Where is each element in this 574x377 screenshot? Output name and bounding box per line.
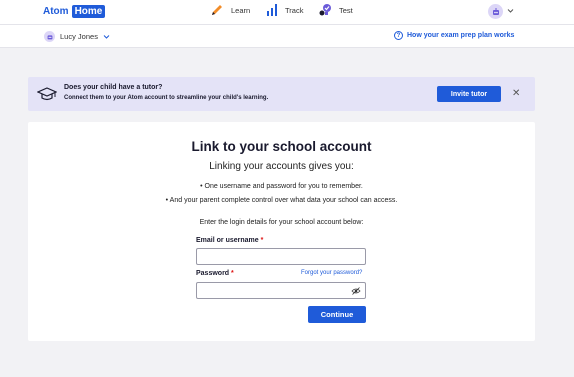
test-shapes-icon bbox=[319, 4, 331, 16]
help-link[interactable]: ? How your exam prep plan works bbox=[394, 31, 514, 40]
email-field[interactable] bbox=[196, 248, 366, 265]
banner-text: Connect them to your Atom account to str… bbox=[64, 95, 269, 101]
chevron-down-icon[interactable] bbox=[507, 8, 514, 14]
password-label: Password * bbox=[196, 270, 234, 277]
page-title: Link to your school account bbox=[191, 139, 372, 154]
graduation-cap-icon bbox=[37, 87, 57, 101]
bar-chart-icon bbox=[267, 4, 277, 16]
eye-slash-icon[interactable] bbox=[351, 287, 361, 295]
sub-header-bar: Lucy Jones ? How your exam prep plan wor… bbox=[0, 25, 574, 48]
child-avatar bbox=[44, 31, 55, 42]
nav-track[interactable]: Track bbox=[266, 3, 303, 17]
robot-avatar-icon bbox=[492, 7, 499, 15]
account-avatar[interactable] bbox=[488, 4, 503, 19]
link-school-account-card: Link to your school account Linking your… bbox=[28, 122, 535, 341]
child-selector[interactable]: Lucy Jones bbox=[44, 31, 110, 42]
nav-track-label: Track bbox=[285, 5, 304, 15]
logo-atom-text: Atom bbox=[43, 6, 69, 17]
top-navigation-bar: Atom Home Learn Track Test bbox=[0, 0, 574, 25]
email-label: Email or username * bbox=[196, 237, 263, 244]
required-mark: * bbox=[231, 270, 234, 277]
banner-title: Does your child have a tutor? bbox=[64, 84, 163, 91]
tutor-banner: Does your child have a tutor? Connect th… bbox=[28, 77, 535, 111]
nav-test-label: Test bbox=[339, 5, 353, 15]
logo-home-badge: Home bbox=[71, 5, 106, 18]
invite-tutor-button[interactable]: Invite tutor bbox=[437, 86, 501, 102]
child-name: Lucy Jones bbox=[60, 32, 98, 41]
form-instructions: Enter the login details for your school … bbox=[199, 219, 364, 226]
continue-button[interactable]: Continue bbox=[308, 306, 366, 323]
robot-avatar-icon bbox=[47, 34, 52, 39]
required-mark: * bbox=[260, 237, 264, 244]
password-field[interactable] bbox=[196, 282, 366, 299]
benefit-item: • One username and password for you to r… bbox=[200, 183, 363, 190]
nav-learn[interactable]: Learn bbox=[210, 3, 250, 17]
benefit-item: • And your parent complete control over … bbox=[165, 197, 398, 204]
nav-test[interactable]: Test bbox=[318, 3, 353, 17]
pencil-icon bbox=[212, 5, 222, 15]
question-icon: ? bbox=[394, 31, 403, 40]
close-icon[interactable]: ✕ bbox=[512, 88, 520, 99]
forgot-password-link[interactable]: Forgot your password? bbox=[301, 270, 362, 276]
page-subtitle: Linking your accounts gives you: bbox=[209, 161, 354, 172]
help-link-label: How your exam prep plan works bbox=[407, 32, 515, 39]
nav-learn-label: Learn bbox=[231, 5, 251, 15]
chevron-down-icon bbox=[103, 34, 110, 39]
atom-home-logo[interactable]: Atom Home bbox=[43, 5, 106, 18]
password-label-text: Password bbox=[196, 270, 230, 277]
email-label-text: Email or username bbox=[196, 237, 259, 244]
